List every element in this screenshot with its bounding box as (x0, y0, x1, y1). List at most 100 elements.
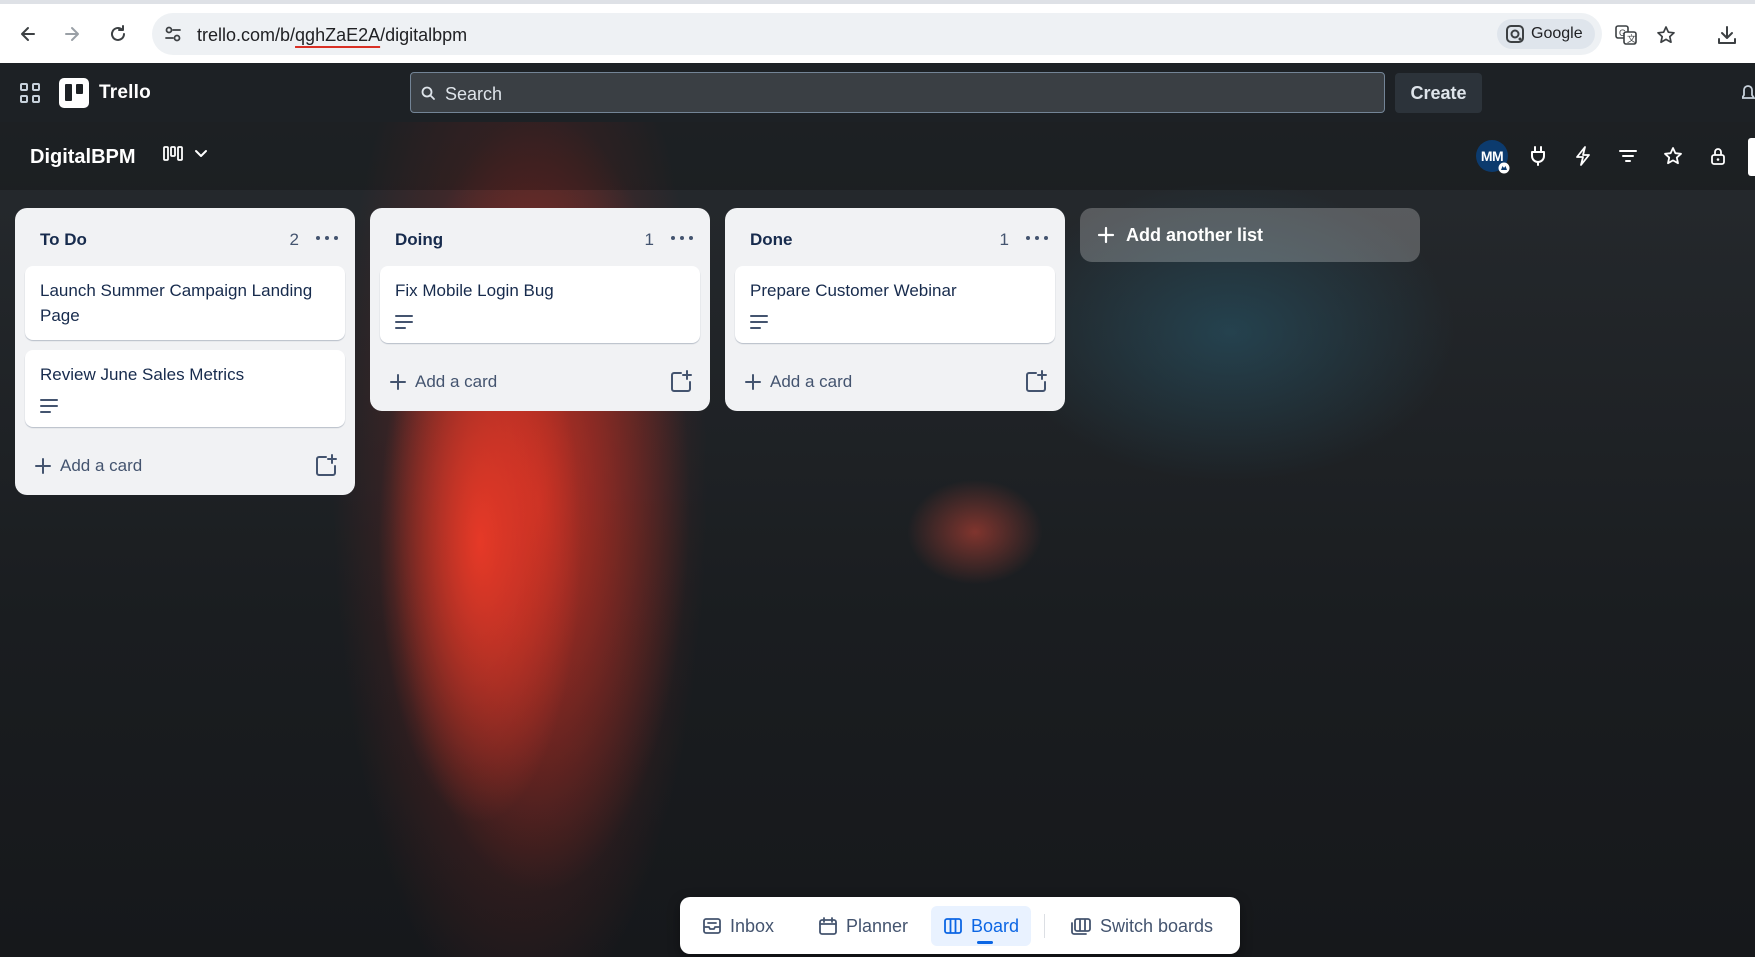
plus-icon (390, 374, 406, 390)
member-avatar[interactable]: MM (1476, 140, 1510, 174)
create-from-template-icon[interactable] (313, 453, 339, 479)
dock-item-board[interactable]: Board (931, 906, 1032, 946)
description-icon (40, 397, 60, 415)
trello-logo[interactable]: Trello (59, 78, 151, 108)
admin-badge-icon (1498, 162, 1510, 174)
add-card-label: Add a card (770, 372, 853, 391)
browser-toolbar: trello.com/b/qghZaE2A/digitalbpm Google … (0, 0, 1755, 63)
add-list-label: Add another list (1126, 224, 1264, 245)
description-icon (395, 313, 415, 331)
card[interactable]: Review June Sales Metrics (25, 350, 345, 427)
card-title: Review June Sales Metrics (40, 365, 245, 384)
translate-icon[interactable]: G文 (1614, 23, 1638, 47)
dock-item-switch-boards[interactable]: Switch boards (1058, 906, 1225, 946)
create-from-template-icon[interactable] (1023, 369, 1049, 395)
share-button[interactable] (1748, 138, 1755, 176)
lens-label: Google (1531, 25, 1583, 42)
add-card-row: Add a card (370, 353, 710, 411)
dock-label: Board (971, 915, 1020, 936)
board-view-icon (163, 146, 183, 161)
search-placeholder: Search (445, 84, 503, 104)
back-button[interactable] (12, 18, 44, 50)
list-card-count: 2 (289, 230, 299, 249)
list-doing: Doing 1 Fix Mobile Login Bug Add a card (370, 208, 710, 411)
list-title[interactable]: To Do (40, 230, 87, 250)
bookmark-star-icon[interactable] (1654, 23, 1678, 47)
url-text[interactable]: trello.com/b/qghZaE2A/digitalbpm (197, 25, 467, 46)
star-board-icon[interactable] (1661, 144, 1685, 168)
trello-header: Trello Search Create (0, 63, 1755, 122)
add-card-button[interactable]: Add a card (389, 367, 497, 397)
download-button[interactable] (1713, 21, 1741, 49)
card[interactable]: Prepare Customer Webinar (735, 266, 1055, 343)
dock-label: Inbox (730, 915, 775, 936)
dock-label: Switch boards (1100, 915, 1214, 936)
url-suffix: /digitalbpm (380, 25, 468, 45)
forward-button[interactable] (56, 18, 88, 50)
add-card-label: Add a card (60, 456, 143, 475)
plus-icon (35, 458, 51, 474)
list-menu-icon[interactable] (313, 226, 341, 250)
list-card-count: 1 (644, 230, 654, 249)
board-title[interactable]: DigitalBPM (30, 146, 136, 169)
lens-icon (1506, 25, 1524, 43)
plus-icon (745, 374, 761, 390)
add-card-label: Add a card (415, 372, 498, 391)
app-switcher-icon[interactable] (18, 81, 42, 105)
list-header: Doing 1 (370, 208, 710, 266)
add-another-list-button[interactable]: Add another list (1080, 208, 1420, 262)
site-settings-icon[interactable] (162, 23, 184, 45)
download-icon (1718, 26, 1736, 44)
list-done: Done 1 Prepare Customer Webinar Add a ca… (725, 208, 1065, 411)
card[interactable]: Launch Summer Campaign Landing Page (25, 266, 345, 340)
list-card-count: 1 (999, 230, 1009, 249)
automation-icon[interactable] (1571, 144, 1595, 168)
google-lens-chip[interactable]: Google (1497, 19, 1595, 49)
app-name: Trello (99, 82, 151, 103)
reload-icon (111, 25, 125, 41)
dock-divider (1044, 914, 1045, 938)
svg-text:文: 文 (1627, 33, 1636, 44)
address-bar[interactable]: trello.com/b/qghZaE2A/digitalbpm Google … (152, 13, 1675, 55)
list-menu-icon[interactable] (1023, 226, 1051, 250)
arrow-right-icon (65, 27, 79, 41)
inbox-icon (703, 918, 721, 934)
card-title: Prepare Customer Webinar (750, 281, 957, 300)
create-from-template-icon[interactable] (668, 369, 694, 395)
visibility-lock-icon[interactable] (1706, 144, 1730, 168)
trello-logo-icon (59, 78, 89, 108)
card[interactable]: Fix Mobile Login Bug (380, 266, 700, 343)
list-header: Done 1 (725, 208, 1065, 266)
add-card-button[interactable]: Add a card (744, 367, 852, 397)
list-title[interactable]: Doing (395, 230, 443, 250)
add-card-row: Add a card (15, 437, 355, 495)
bottom-navigation: Inbox Planner Board Switch boards (680, 897, 1240, 954)
dock-item-inbox[interactable]: Inbox (690, 906, 786, 946)
card-title: Fix Mobile Login Bug (395, 281, 554, 300)
board-canvas: DigitalBPM MM To Do 2 Launch Summer Camp… (0, 122, 1755, 957)
list-header: To Do 2 (15, 208, 355, 266)
arrow-left-icon (21, 27, 35, 41)
plus-icon (1097, 226, 1115, 244)
list-title[interactable]: Done (750, 230, 793, 250)
switch-boards-icon (1071, 918, 1091, 935)
filter-icon[interactable] (1616, 144, 1640, 168)
url-prefix: trello.com/b/ (197, 25, 296, 45)
description-icon (750, 313, 770, 331)
list-menu-icon[interactable] (668, 226, 696, 250)
dock-item-planner[interactable]: Planner (806, 906, 920, 946)
board-view-switcher[interactable] (162, 144, 210, 164)
notification-icon[interactable] (1742, 84, 1755, 102)
board-header: DigitalBPM MM (0, 122, 1755, 190)
reload-button[interactable] (102, 18, 134, 50)
search-input[interactable]: Search (410, 72, 1385, 113)
power-ups-icon[interactable] (1526, 144, 1550, 168)
calendar-icon (819, 917, 837, 935)
dock-label: Planner (846, 915, 909, 936)
url-highlight: qghZaE2A (295, 25, 381, 45)
chevron-down-icon (195, 150, 207, 157)
search-icon (421, 86, 435, 100)
card-title: Launch Summer Campaign Landing Page (40, 281, 313, 325)
add-card-button[interactable]: Add a card (34, 451, 142, 481)
create-button[interactable]: Create (1395, 73, 1482, 113)
